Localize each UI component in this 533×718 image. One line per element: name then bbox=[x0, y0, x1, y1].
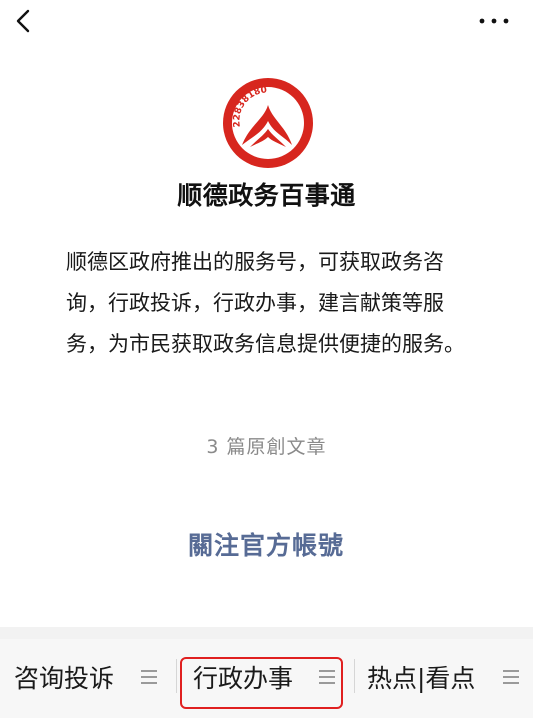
original-articles-count[interactable]: 3 篇原創文章 bbox=[0, 432, 533, 459]
menu-lines-icon bbox=[141, 670, 157, 684]
follow-button[interactable]: 關注官方帳號 bbox=[166, 526, 366, 566]
account-name: 顺德政务百事通 bbox=[177, 181, 356, 210]
account-logo: 22838180 bbox=[220, 75, 316, 171]
menu-item-label: 热点|看点 bbox=[367, 664, 476, 693]
menu-lines-icon bbox=[503, 670, 519, 684]
profile-page: 22838180 顺德政务百事通 顺德区政府推出的服务号，可获取政务咨询，行政投… bbox=[0, 0, 533, 718]
menu-item-hot-topics[interactable]: 热点|看点 bbox=[355, 639, 533, 711]
top-nav-bar bbox=[0, 0, 533, 44]
menu-item-admin-affairs[interactable]: 行政办事 bbox=[177, 639, 354, 711]
menu-item-consult-complaint[interactable]: 咨询投诉 bbox=[0, 639, 176, 711]
menu-item-label: 咨询投诉 bbox=[14, 664, 115, 693]
menu-lines-icon bbox=[319, 670, 335, 684]
account-description: 顺德区政府推出的服务号，可获取政务咨询，行政投诉，行政办事，建言献策等服务，为市… bbox=[66, 250, 465, 356]
chevron-left-icon bbox=[16, 9, 30, 33]
menu-item-label: 行政办事 bbox=[193, 664, 294, 693]
section-divider bbox=[0, 627, 533, 639]
more-button[interactable] bbox=[477, 6, 511, 36]
custom-menu-bar: 咨询投诉 行政办事 热点|看点 bbox=[0, 639, 533, 718]
back-button[interactable] bbox=[10, 4, 40, 38]
more-dots-icon bbox=[479, 18, 509, 24]
